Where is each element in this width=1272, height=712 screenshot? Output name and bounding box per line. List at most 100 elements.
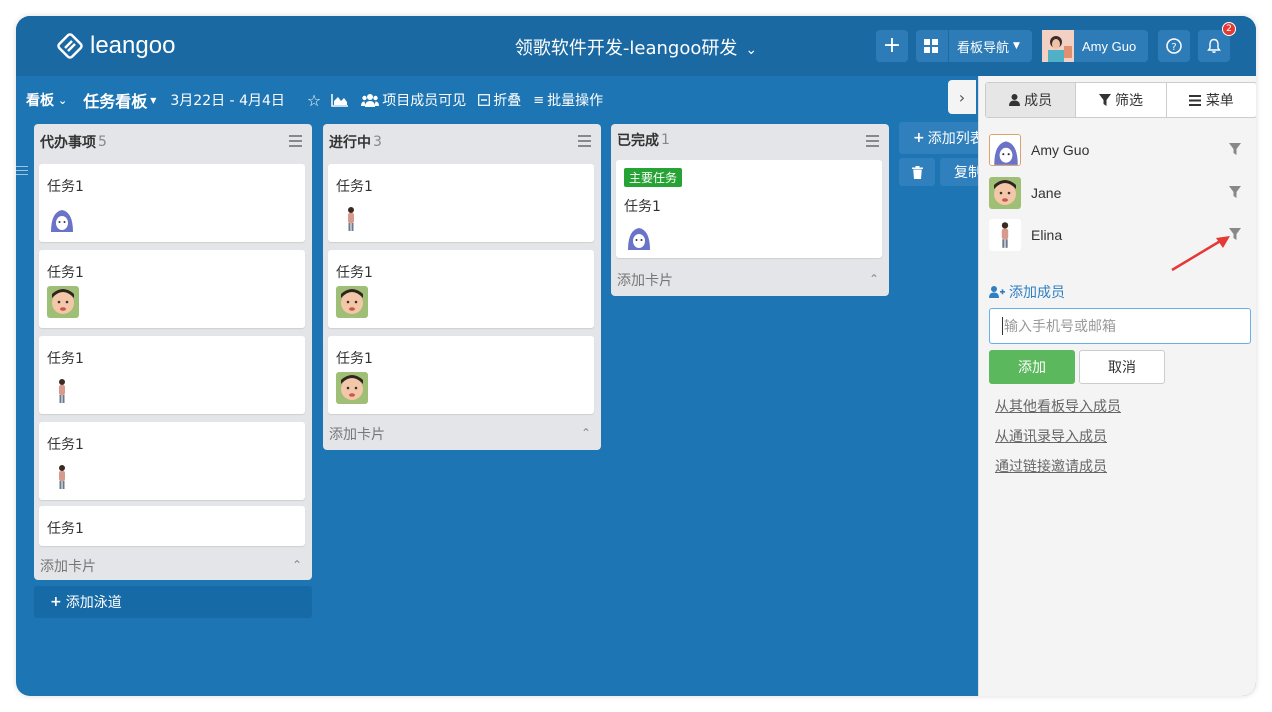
top-bar: leangoo 领歌软件开发-leangoo研发 ⌄ + 看板导航 ▼ Amy … (16, 16, 1256, 76)
add-column-label: 添加列表 (927, 131, 983, 147)
board-nav-label: 看板导航 (957, 40, 1010, 56)
avatar (47, 376, 77, 406)
add-card-button[interactable]: 添加卡片 (329, 424, 385, 444)
card-title: 任务1 (47, 521, 84, 537)
board-name-dropdown[interactable]: 任务看板 ▼ (83, 88, 156, 112)
column-header[interactable]: 代办事项 5 (34, 124, 312, 160)
card-title: 任务1 (47, 437, 84, 453)
svg-text:?: ? (1171, 42, 1176, 53)
column-header[interactable]: 已完成 1 (611, 124, 889, 156)
column-header[interactable]: 进行中 3 (323, 124, 601, 160)
plus-icon: + (882, 33, 902, 58)
invite-by-link-link[interactable]: 通过链接邀请成员 (995, 456, 1107, 476)
board-nav-button[interactable]: 看板导航 ▼ (916, 30, 1032, 62)
plus-icon: + (913, 130, 925, 146)
contact-input[interactable]: 输入手机号或邮箱 (989, 308, 1251, 344)
card-title: 任务1 (47, 351, 84, 367)
sprint-date-range[interactable]: 3月22日 - 4月4日 (170, 90, 285, 110)
avatar (336, 372, 368, 404)
help-button[interactable]: ? (1158, 30, 1190, 62)
fold-button[interactable]: 折叠 (478, 90, 521, 110)
chart-button[interactable] (331, 93, 349, 107)
filter-icon[interactable] (1229, 186, 1241, 198)
priority-tag: 主要任务 (624, 168, 683, 187)
cancel-button[interactable]: 取消 (1079, 350, 1165, 384)
add-card-button[interactable]: 添加卡片 (617, 270, 673, 290)
input-placeholder: 输入手机号或邮箱 (1004, 319, 1116, 335)
star-button[interactable]: ☆ (307, 91, 321, 110)
avatar (989, 177, 1021, 209)
users-icon (361, 94, 380, 107)
import-from-board-link[interactable]: 从其他看板导入成员 (995, 396, 1121, 416)
grid-icon (924, 39, 938, 53)
add-user-icon (989, 286, 1005, 298)
add-swimlane-label: 添加泳道 (65, 595, 122, 611)
task-card[interactable]: 任务1 (39, 336, 305, 414)
avatar (989, 134, 1021, 166)
tab-filter[interactable]: 筛选 (1076, 83, 1167, 117)
column-done: 已完成 1 主要任务 任务1 添加卡片 ⌃ (611, 124, 889, 296)
chevron-down-icon: ⌄ (58, 93, 68, 107)
collapse-icon[interactable]: ⌃ (869, 272, 879, 286)
panel-collapse-button[interactable]: › (948, 80, 976, 114)
side-panel: 成员 筛选 菜单 Amy Guo Jane Elina 添加成员 输入手机号或邮… (978, 76, 1256, 696)
visibility-label: 项目成员可见 (382, 93, 467, 109)
visibility-button[interactable]: 项目成员可见 (361, 90, 466, 110)
caret-down-icon: ▼ (150, 95, 157, 105)
filter-icon[interactable] (1229, 143, 1241, 155)
add-swimlane-button[interactable]: + 添加泳道 (34, 586, 312, 618)
column-title: 进行中 (329, 135, 371, 151)
trash-button[interactable] (899, 158, 935, 186)
add-column-button[interactable]: + 添加列表 (899, 122, 983, 154)
divider (948, 30, 949, 62)
avatar (47, 204, 77, 234)
task-card[interactable]: 主要任务 任务1 (616, 160, 882, 258)
list-icon: ≡ (533, 92, 545, 108)
tab-label: 成员 (1024, 93, 1053, 109)
hamburger-icon[interactable] (289, 135, 302, 150)
avatar (336, 286, 368, 318)
batch-label: 批量操作 (547, 93, 604, 109)
collapse-icon[interactable]: ⌃ (581, 426, 591, 440)
card-title: 任务1 (624, 199, 661, 215)
add-button[interactable]: 添加 (989, 350, 1075, 384)
drag-handle-icon[interactable] (16, 166, 30, 186)
caret-down-icon: ▼ (1013, 41, 1020, 51)
user-icon (1009, 94, 1021, 106)
batch-ops-button[interactable]: ≡ 批量操作 (533, 90, 603, 110)
help-icon: ? (1166, 38, 1182, 54)
user-menu-button[interactable]: Amy Guo (1042, 30, 1148, 62)
task-card[interactable]: 任务1 (39, 164, 305, 242)
board-switcher[interactable]: 看板 ⌄ (26, 90, 67, 110)
collapse-icon[interactable]: ⌃ (292, 558, 302, 572)
member-name: Jane (1031, 185, 1062, 201)
task-card[interactable]: 任务1 (328, 164, 594, 242)
task-card[interactable]: 任务1 (39, 506, 305, 546)
user-name: Amy Guo (1082, 38, 1137, 54)
add-member-link[interactable]: 添加成员 (989, 282, 1065, 302)
member-item[interactable]: Jane (989, 177, 1249, 209)
add-button[interactable]: + (876, 30, 908, 62)
task-card[interactable]: 任务1 (328, 336, 594, 414)
tab-menu[interactable]: 菜单 (1167, 83, 1256, 117)
member-name: Elina (1031, 227, 1063, 243)
hamburger-icon[interactable] (866, 135, 879, 150)
add-card-button[interactable]: 添加卡片 (40, 556, 96, 576)
tab-members[interactable]: 成员 (986, 83, 1077, 117)
chevron-right-icon: › (958, 87, 966, 107)
task-card[interactable]: 任务1 (39, 250, 305, 328)
hamburger-icon[interactable] (578, 135, 591, 150)
board-name: 任务看板 (83, 92, 148, 111)
column-count: 1 (661, 132, 670, 148)
task-card[interactable]: 任务1 (328, 250, 594, 328)
app-window: leangoo 领歌软件开发-leangoo研发 ⌄ + 看板导航 ▼ Amy … (16, 16, 1256, 696)
avatar (47, 286, 79, 318)
task-card[interactable]: 任务1 (39, 422, 305, 500)
card-title: 任务1 (336, 351, 373, 367)
copy-button[interactable]: 复制 (940, 158, 983, 186)
notifications-button[interactable]: 2 (1198, 22, 1236, 62)
import-from-contacts-link[interactable]: 从通讯录导入成员 (995, 426, 1107, 446)
trash-icon (911, 165, 923, 179)
member-item[interactable]: Amy Guo (989, 134, 1249, 166)
board-toolbar: 看板 ⌄ 任务看板 ▼ 3月22日 - 4月4日 ☆ 项目成员可见 折叠 ≡ 批… (16, 76, 978, 124)
